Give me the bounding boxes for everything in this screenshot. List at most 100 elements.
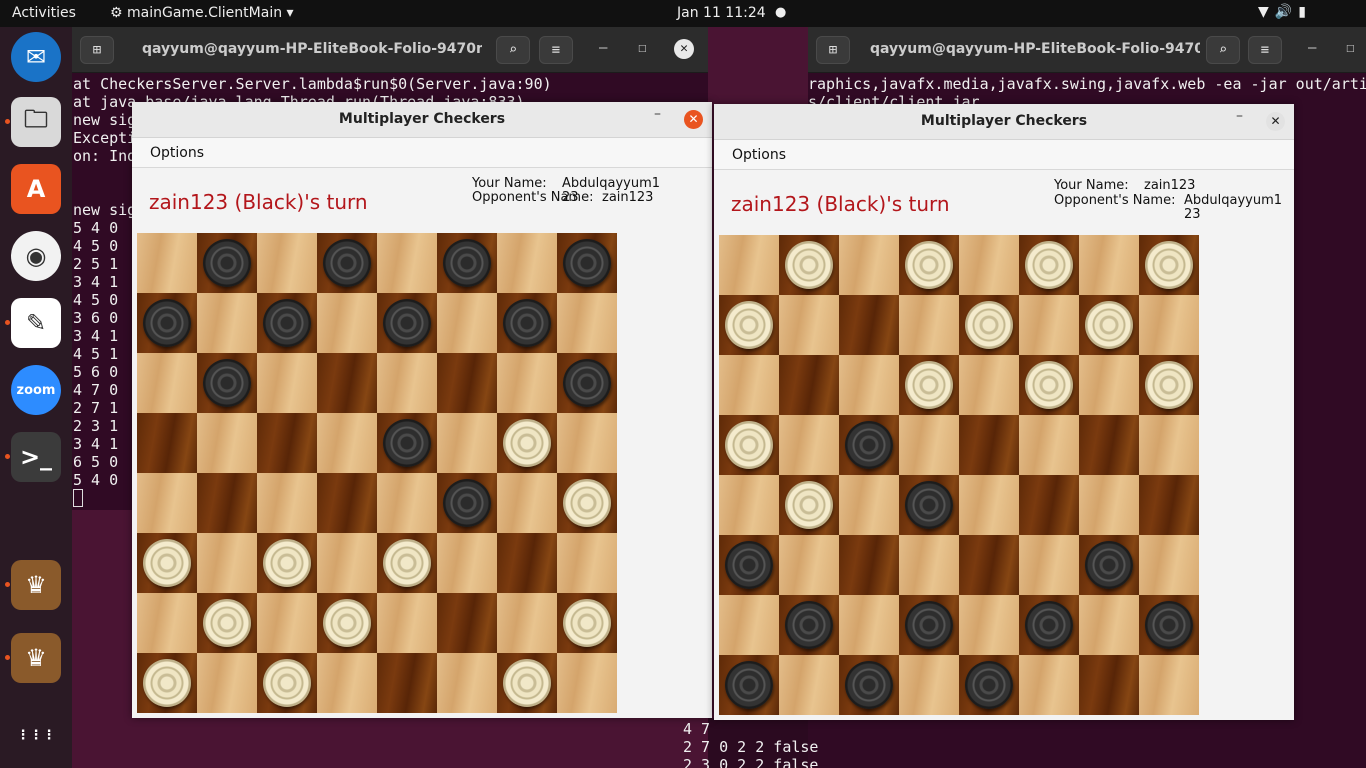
board-square[interactable] — [899, 355, 959, 415]
text-editor-dock-icon[interactable]: ✎ — [11, 298, 61, 348]
board-square[interactable] — [437, 653, 497, 713]
board-square[interactable] — [557, 653, 617, 713]
board-square[interactable] — [257, 473, 317, 533]
board-square[interactable] — [1019, 235, 1079, 295]
board-square[interactable] — [899, 535, 959, 595]
thunderbird-dock-icon[interactable]: ✉ — [11, 32, 61, 82]
board-square[interactable] — [137, 653, 197, 713]
board-square[interactable] — [377, 233, 437, 293]
board-square[interactable] — [1079, 235, 1139, 295]
black-piece[interactable] — [443, 479, 491, 527]
black-piece[interactable] — [905, 481, 953, 529]
black-piece[interactable] — [965, 661, 1013, 709]
board-square[interactable] — [497, 233, 557, 293]
white-piece[interactable] — [1025, 241, 1073, 289]
black-piece[interactable] — [845, 661, 893, 709]
board-square[interactable] — [197, 653, 257, 713]
black-piece[interactable] — [845, 421, 893, 469]
board-square[interactable] — [317, 473, 377, 533]
board-square[interactable] — [497, 593, 557, 653]
board-square[interactable] — [437, 353, 497, 413]
board-square[interactable] — [899, 475, 959, 535]
close-icon[interactable]: ✕ — [674, 39, 694, 59]
black-piece[interactable] — [383, 419, 431, 467]
checkers-2-dock-icon[interactable]: ♛ — [11, 633, 61, 683]
white-piece[interactable] — [725, 421, 773, 469]
white-piece[interactable] — [563, 599, 611, 647]
search-icon[interactable]: ⌕ — [496, 36, 530, 64]
chrome-dock-icon[interactable]: ◉ — [11, 231, 61, 281]
board-square[interactable] — [779, 415, 839, 475]
board-square[interactable] — [839, 235, 899, 295]
board-square[interactable] — [497, 473, 557, 533]
minimize-icon[interactable]: – — [1236, 108, 1243, 124]
board-square[interactable] — [959, 475, 1019, 535]
white-piece[interactable] — [785, 241, 833, 289]
system-tray[interactable]: ▼🔊▮ — [1258, 4, 1312, 20]
board-square[interactable] — [779, 355, 839, 415]
board-square[interactable] — [137, 293, 197, 353]
board-square[interactable] — [899, 235, 959, 295]
activities-button[interactable]: Activities — [12, 5, 76, 21]
hamburger-menu-icon[interactable]: ≡ — [1248, 36, 1282, 64]
black-piece[interactable] — [905, 601, 953, 649]
board-square[interactable] — [197, 353, 257, 413]
board-square[interactable] — [557, 413, 617, 473]
new-tab-icon[interactable]: ⊞ — [80, 36, 114, 64]
white-piece[interactable] — [503, 659, 551, 707]
board-square[interactable] — [257, 233, 317, 293]
board-square[interactable] — [317, 353, 377, 413]
board-square[interactable] — [1139, 535, 1199, 595]
app-grid-dock-icon[interactable]: ⋮⋮⋮ — [11, 710, 61, 760]
board-square[interactable] — [197, 593, 257, 653]
board-square[interactable] — [1079, 415, 1139, 475]
close-icon[interactable]: ✕ — [1266, 112, 1285, 131]
black-piece[interactable] — [1025, 601, 1073, 649]
board-square[interactable] — [137, 593, 197, 653]
board-square[interactable] — [437, 473, 497, 533]
board-square[interactable] — [557, 473, 617, 533]
board-square[interactable] — [137, 533, 197, 593]
board-square[interactable] — [257, 653, 317, 713]
checkers-window-2[interactable]: Multiplayer Checkers – ✕ Options zain123… — [714, 104, 1294, 720]
board-square[interactable] — [839, 295, 899, 355]
board-square[interactable] — [1019, 355, 1079, 415]
white-piece[interactable] — [143, 659, 191, 707]
black-piece[interactable] — [263, 299, 311, 347]
board-square[interactable] — [959, 295, 1019, 355]
minimize-icon[interactable]: – — [1308, 40, 1316, 56]
black-piece[interactable] — [203, 359, 251, 407]
black-piece[interactable] — [1085, 541, 1133, 589]
board-square[interactable] — [377, 653, 437, 713]
board-square[interactable] — [1079, 475, 1139, 535]
board-square[interactable] — [497, 533, 557, 593]
board-square[interactable] — [719, 475, 779, 535]
board-square[interactable] — [437, 593, 497, 653]
close-icon[interactable]: ✕ — [684, 110, 703, 129]
board-square[interactable] — [839, 595, 899, 655]
black-piece[interactable] — [725, 661, 773, 709]
black-piece[interactable] — [203, 239, 251, 287]
board-square[interactable] — [377, 353, 437, 413]
board-square[interactable] — [377, 593, 437, 653]
black-piece[interactable] — [563, 239, 611, 287]
board-square[interactable] — [839, 475, 899, 535]
board-square[interactable] — [257, 413, 317, 473]
board-square[interactable] — [1019, 535, 1079, 595]
board-square[interactable] — [557, 353, 617, 413]
board-square[interactable] — [779, 655, 839, 715]
board-square[interactable] — [1079, 595, 1139, 655]
board-square[interactable] — [959, 595, 1019, 655]
board-square[interactable] — [497, 653, 557, 713]
board-square[interactable] — [377, 473, 437, 533]
board-square[interactable] — [1079, 655, 1139, 715]
white-piece[interactable] — [143, 539, 191, 587]
black-piece[interactable] — [785, 601, 833, 649]
black-piece[interactable] — [383, 299, 431, 347]
black-piece[interactable] — [503, 299, 551, 347]
maximize-icon[interactable]: ☐ — [638, 40, 646, 56]
board-square[interactable] — [497, 353, 557, 413]
board-square[interactable] — [719, 655, 779, 715]
board-square[interactable] — [719, 295, 779, 355]
board-square[interactable] — [1139, 235, 1199, 295]
